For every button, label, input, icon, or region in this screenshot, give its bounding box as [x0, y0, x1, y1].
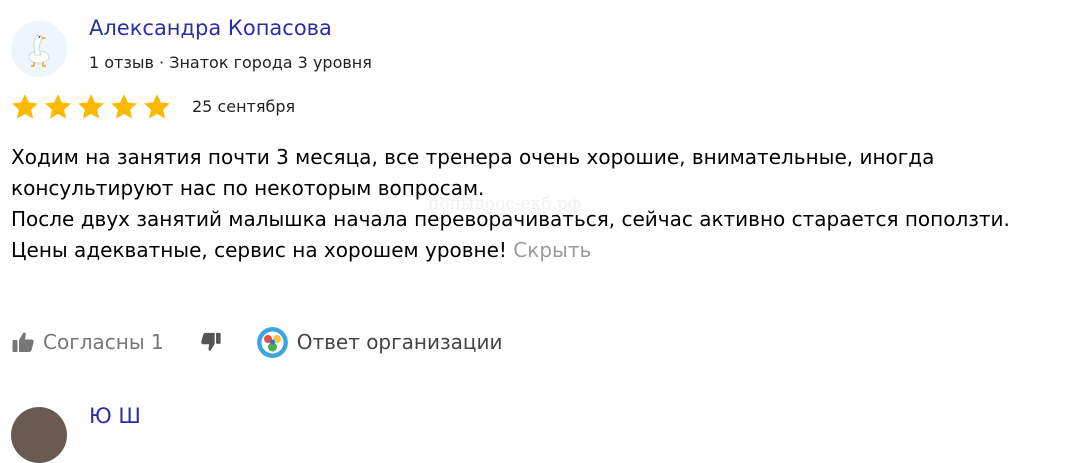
thumbs-up-icon: [12, 332, 34, 352]
org-reply-button[interactable]: Ответ организации: [256, 326, 503, 358]
author-avatar[interactable]: [11, 21, 67, 77]
hide-link[interactable]: Скрыть: [513, 238, 591, 262]
organization-logo-icon: [256, 326, 288, 358]
thumbs-down-icon: [200, 332, 221, 351]
next-author-name-link[interactable]: Ю Ш: [89, 404, 141, 428]
review-text-line: После двух занятий малышка начала перево…: [11, 207, 1010, 231]
goose-icon: [28, 34, 50, 67]
star-icon: [12, 94, 38, 119]
review-text-line: Ходим на занятия почти 3 месяца, все тре…: [11, 145, 935, 200]
agree-button[interactable]: Согласны 1: [11, 330, 164, 354]
disagree-button[interactable]: [200, 330, 222, 354]
star-icon: [78, 94, 104, 119]
review-actions: Согласны 1 Ответ организации: [11, 325, 502, 359]
review-text-line: Цены адекватные, сервис на хорошем уровн…: [11, 235, 1066, 266]
next-author-avatar[interactable]: [11, 407, 67, 463]
review-card: Александра Копасова 1 отзыв · Знаток гор…: [0, 0, 1077, 463]
star-icon: [111, 94, 137, 119]
star-icon: [45, 94, 71, 119]
author-meta: 1 отзыв · Знаток города 3 уровня: [89, 53, 372, 72]
rating-stars: [10, 92, 172, 122]
review-date: 25 сентября: [192, 97, 296, 116]
review-text-last: Цены адекватные, сервис на хорошем уровн…: [11, 238, 507, 262]
author-name-link[interactable]: Александра Копасова: [89, 16, 332, 40]
agree-label: Согласны 1: [43, 330, 164, 354]
star-icon: [144, 94, 170, 119]
org-reply-label: Ответ организации: [296, 330, 503, 354]
review-body: Ходим на занятия почти 3 месяца, все тре…: [11, 142, 1066, 266]
